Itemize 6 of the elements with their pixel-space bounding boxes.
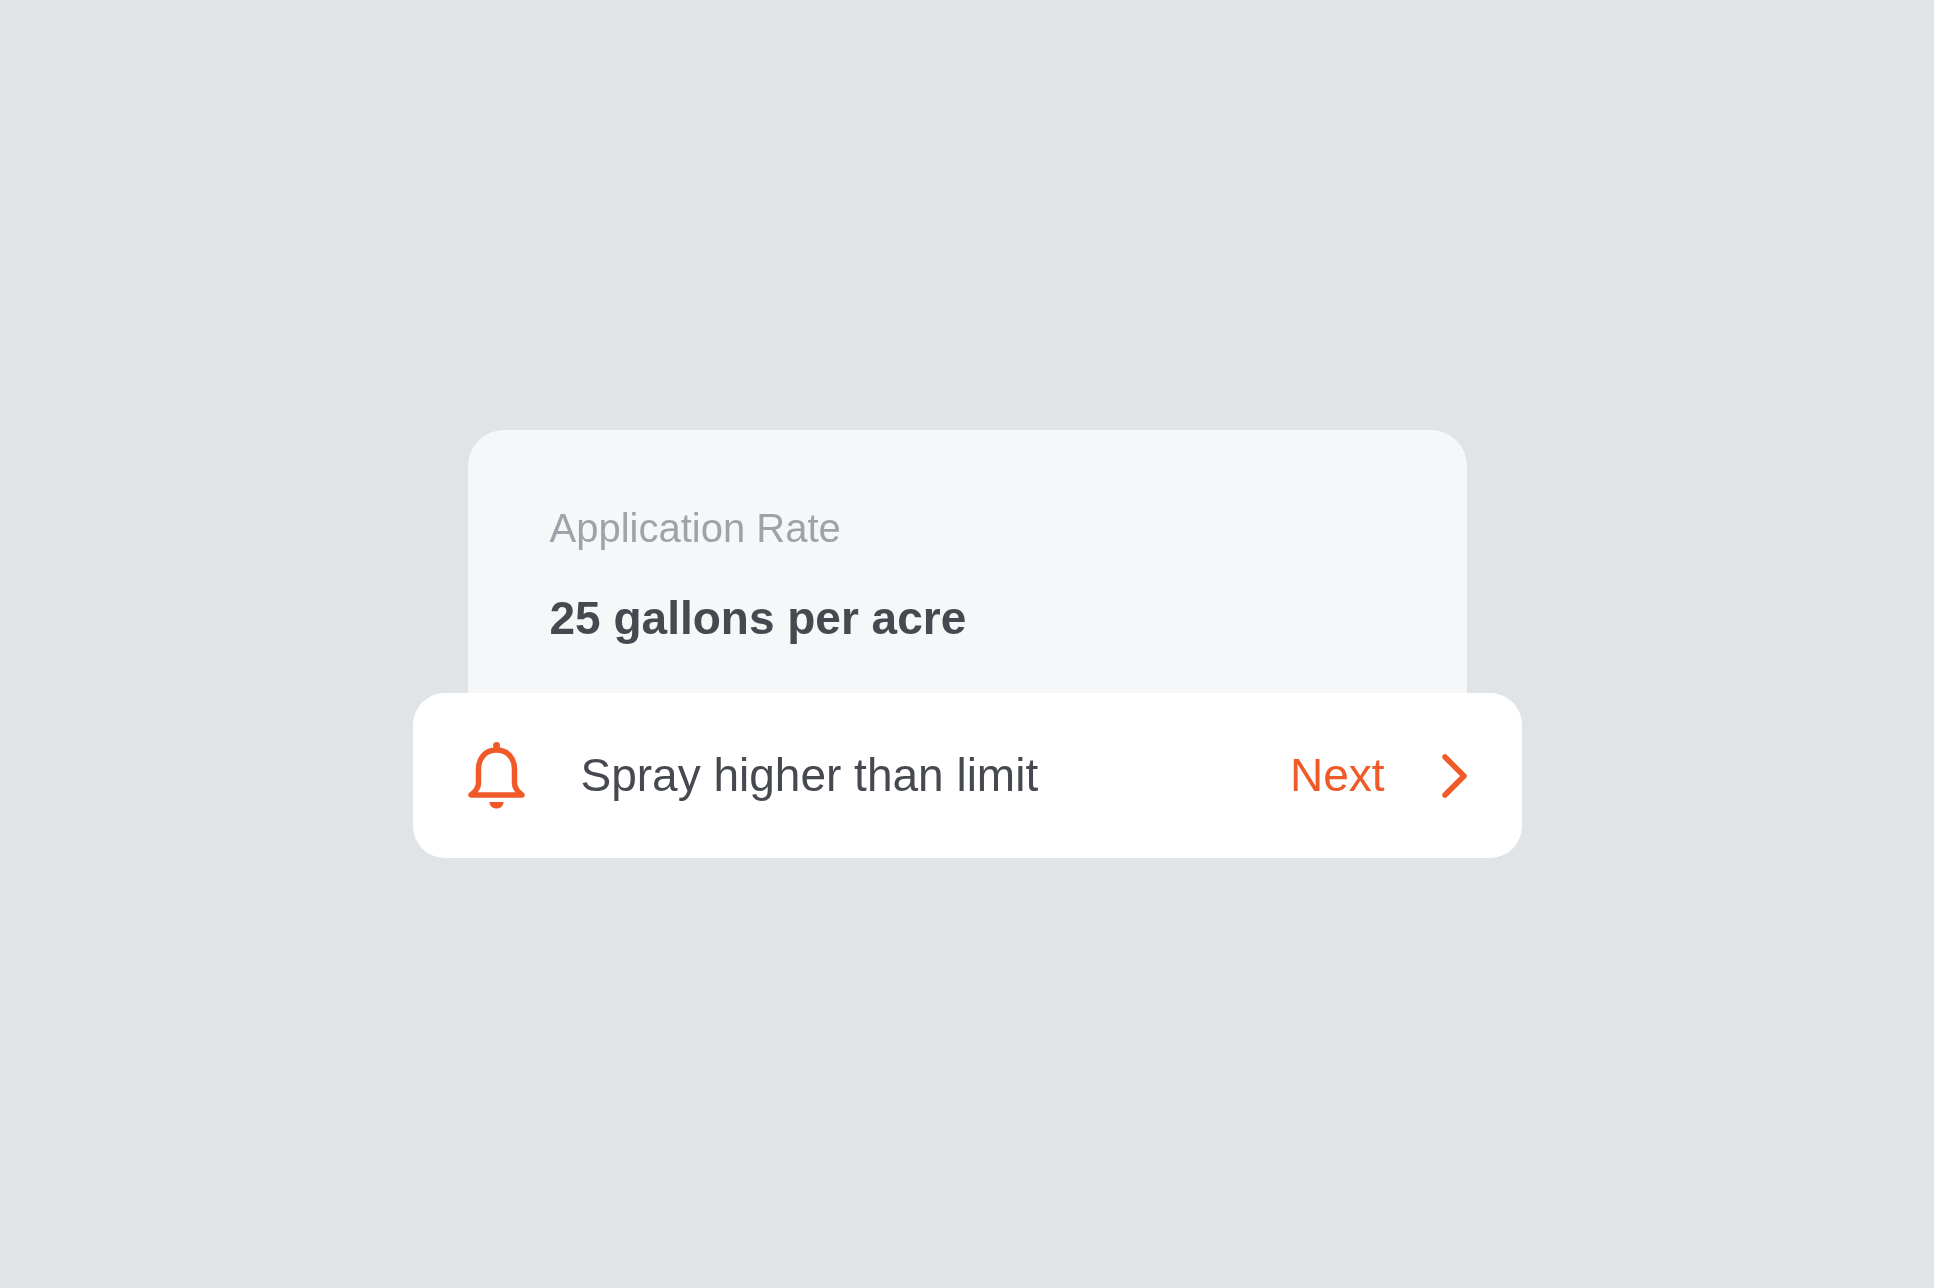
alert-message: Spray higher than limit bbox=[580, 748, 1040, 803]
bell-icon bbox=[466, 741, 526, 810]
field-label: Application Rate bbox=[549, 505, 841, 552]
next-button[interactable]: Next bbox=[1289, 748, 1469, 803]
chevron-icon bbox=[1440, 752, 1469, 799]
field-value: 25 gallons per acre bbox=[549, 591, 967, 646]
